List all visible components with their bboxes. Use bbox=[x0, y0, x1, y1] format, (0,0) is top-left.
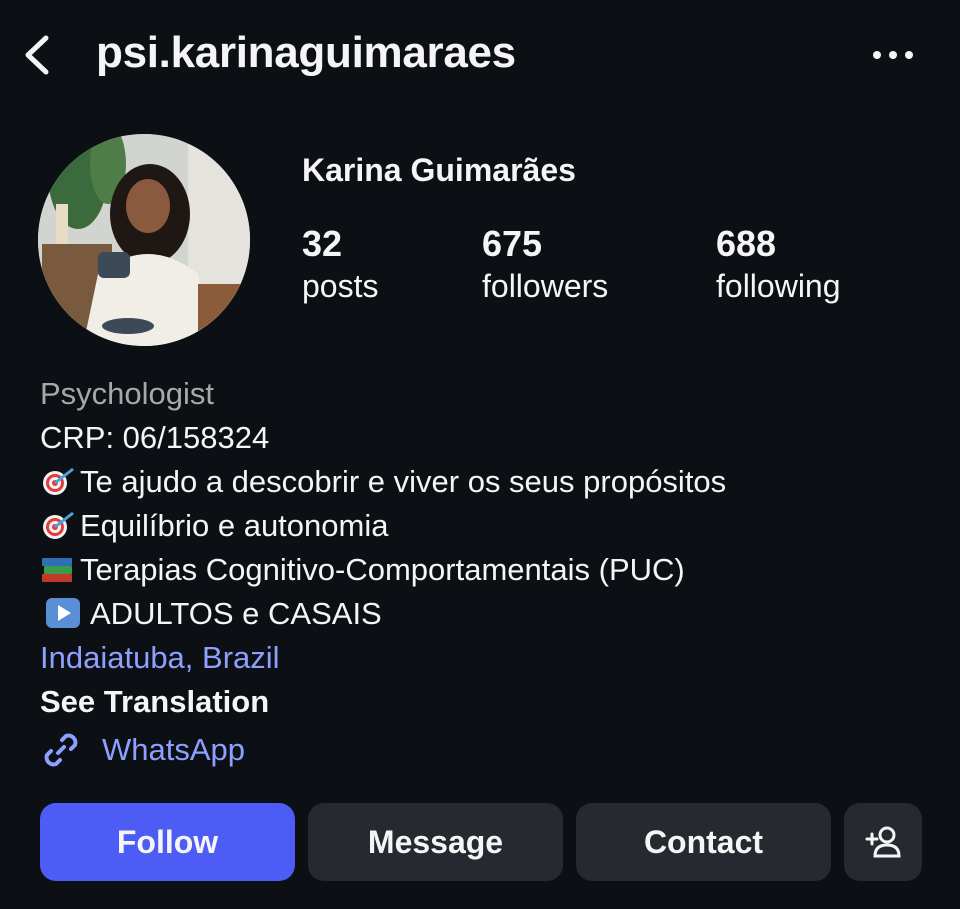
bio-text: Equilíbrio e autonomia bbox=[80, 508, 389, 543]
add-person-icon bbox=[865, 826, 901, 858]
stat-label: following bbox=[716, 268, 841, 304]
suggest-people-button[interactable] bbox=[844, 803, 922, 881]
bio-text: CRP: 06/158324 bbox=[40, 420, 270, 455]
message-button[interactable]: Message bbox=[308, 803, 563, 881]
books-icon bbox=[42, 558, 72, 582]
stat-value: 688 bbox=[716, 223, 777, 264]
more-options-button[interactable] bbox=[868, 40, 918, 70]
bio-line-crp: CRP: 06/158324 bbox=[40, 416, 940, 460]
stat-label: followers bbox=[482, 268, 609, 304]
contact-button[interactable]: Contact bbox=[576, 803, 831, 881]
profile-username: psi.karinaguimaraes bbox=[96, 28, 516, 77]
stat-value: 32 bbox=[302, 223, 343, 264]
see-translation-link[interactable]: See Translation bbox=[40, 680, 940, 724]
whatsapp-link-label: WhatsApp bbox=[102, 732, 246, 767]
chevron-left-icon bbox=[25, 35, 49, 75]
bio-text: Te ajudo a descobrir e viver os seus pro… bbox=[80, 464, 727, 499]
profile-location-link[interactable]: Indaiatuba, Brazil bbox=[40, 636, 940, 680]
bio-line-balance: Equilíbrio e autonomia bbox=[40, 504, 940, 548]
stat-value: 675 bbox=[482, 223, 543, 264]
bio-text: ADULTOS e CASAIS bbox=[90, 596, 382, 631]
play-button-icon bbox=[46, 598, 80, 628]
bio-line-purpose: Te ajudo a descobrir e viver os seus pro… bbox=[40, 460, 940, 504]
back-button[interactable] bbox=[18, 30, 58, 80]
bio-line-therapy: Terapias Cognitivo-Comportamentais (PUC) bbox=[40, 548, 940, 592]
bio-text: Terapias Cognitivo-Comportamentais (PUC) bbox=[80, 552, 685, 587]
profile-avatar[interactable] bbox=[38, 134, 250, 346]
stat-label: posts bbox=[302, 268, 379, 304]
target-icon bbox=[43, 511, 74, 539]
target-icon bbox=[43, 467, 74, 495]
following-count[interactable]: 688 following bbox=[716, 224, 841, 308]
link-icon bbox=[44, 733, 78, 767]
profile-bio: Psychologist CRP: 06/158324 Te ajudo a d… bbox=[40, 372, 940, 724]
profile-full-name: Karina Guimarães bbox=[302, 152, 576, 188]
whatsapp-link[interactable]: WhatsApp bbox=[40, 726, 245, 774]
profile-header: psi.karinaguimaraes bbox=[0, 0, 960, 110]
posts-count[interactable]: 32 posts bbox=[302, 224, 378, 308]
profile-category: Psychologist bbox=[40, 376, 215, 411]
avatar-image bbox=[38, 134, 250, 346]
bio-line-audience: ADULTOS e CASAIS bbox=[40, 592, 940, 636]
follow-button[interactable]: Follow bbox=[40, 803, 295, 881]
more-horizontal-icon bbox=[873, 51, 913, 59]
followers-count[interactable]: 675 followers bbox=[482, 224, 608, 308]
